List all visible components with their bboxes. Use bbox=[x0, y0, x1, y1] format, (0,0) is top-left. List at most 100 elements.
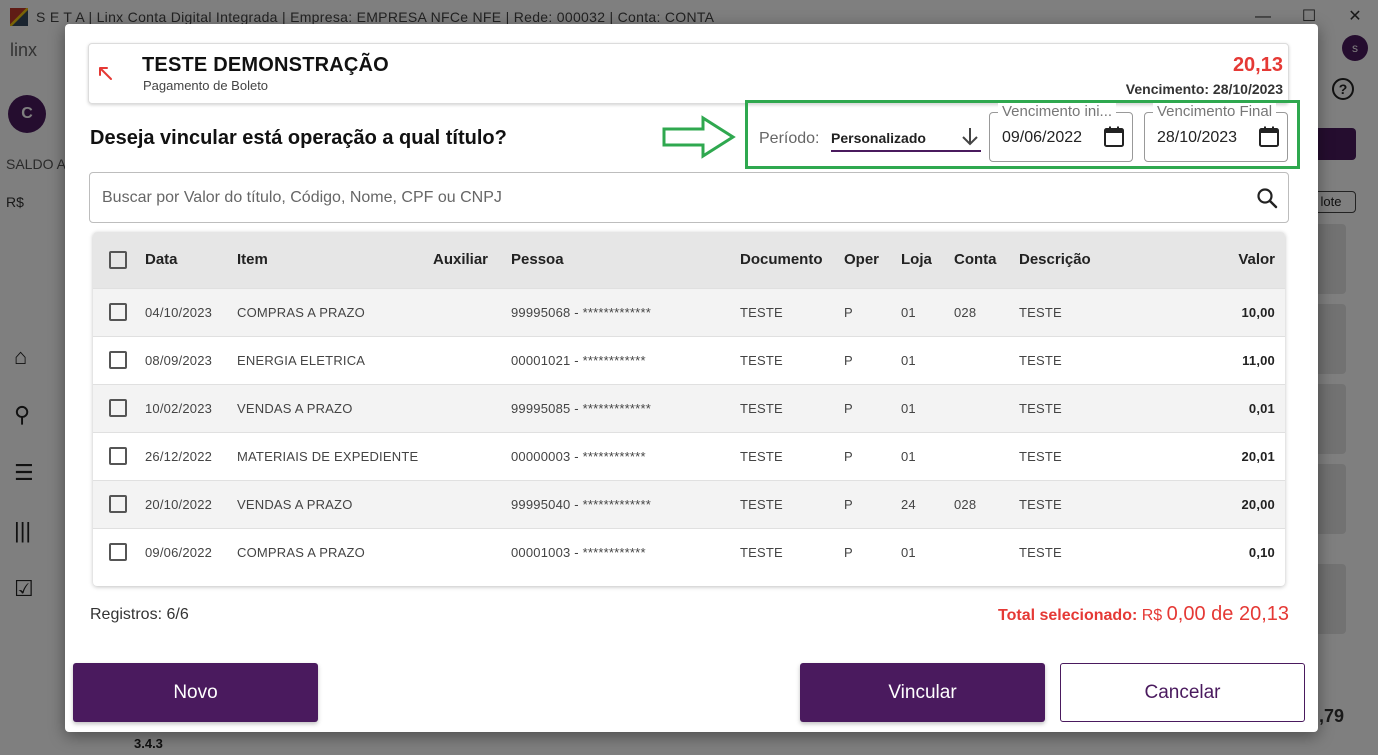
cell-oper: P bbox=[844, 544, 853, 560]
cell-valor: 10,00 bbox=[1241, 304, 1275, 320]
cell-loja: 24 bbox=[901, 496, 916, 512]
cell-conta bbox=[954, 432, 1019, 480]
cell-loja: 01 bbox=[901, 304, 916, 320]
col-conta[interactable]: Conta bbox=[954, 232, 1019, 288]
total-label: Total selecionado: bbox=[998, 607, 1138, 624]
cell-data: 10/02/2023 bbox=[145, 400, 213, 416]
total-currency: R$ bbox=[1141, 607, 1163, 624]
vincular-button[interactable]: Vincular bbox=[800, 663, 1045, 722]
cell-auxiliar bbox=[433, 336, 511, 384]
row-checkbox[interactable] bbox=[109, 399, 127, 417]
cell-item: ENERGIA ELETRICA bbox=[237, 352, 366, 368]
vencimento-final-field[interactable]: Vencimento Final 28/10/2023 bbox=[1144, 103, 1288, 162]
vencimento-final-value: 28/10/2023 bbox=[1157, 129, 1238, 146]
table-row[interactable]: 26/12/2022 MATERIAIS DE EXPEDIENTE 00000… bbox=[93, 432, 1285, 480]
novo-button[interactable]: Novo bbox=[73, 663, 318, 722]
operation-value: 20,13 bbox=[1232, 54, 1283, 76]
cell-descricao: TESTE bbox=[1019, 448, 1062, 464]
search-icon[interactable] bbox=[1256, 187, 1278, 209]
periodo-select[interactable]: Personalizado bbox=[831, 122, 981, 152]
col-auxiliar[interactable]: Auxiliar bbox=[433, 232, 511, 288]
cell-valor: 11,00 bbox=[1242, 352, 1275, 368]
total-value: 0,00 de 20,13 bbox=[1166, 603, 1289, 625]
cell-item: MATERIAIS DE EXPEDIENTE bbox=[237, 448, 419, 464]
col-valor[interactable]: Valor bbox=[1159, 232, 1285, 288]
arrow-down-icon bbox=[962, 128, 978, 146]
table-header-row: Data Item Auxiliar Pessoa Documento Oper… bbox=[93, 232, 1285, 288]
cell-documento: TESTE bbox=[740, 352, 783, 368]
cell-documento: TESTE bbox=[740, 400, 783, 416]
col-item[interactable]: Item bbox=[237, 232, 433, 288]
row-checkbox[interactable] bbox=[109, 303, 127, 321]
col-descricao[interactable]: Descrição bbox=[1019, 232, 1159, 288]
cell-conta bbox=[954, 528, 1019, 576]
cell-oper: P bbox=[844, 448, 853, 464]
total-selecionado: Total selecionado: R$ 0,00 de 20,13 bbox=[998, 603, 1289, 626]
cell-loja: 01 bbox=[901, 352, 916, 368]
cell-data: 09/06/2022 bbox=[145, 544, 213, 560]
col-data[interactable]: Data bbox=[145, 232, 237, 288]
annotation-arrow-icon bbox=[662, 115, 736, 159]
cell-pessoa: 99995040 - ************* bbox=[511, 496, 651, 512]
cancelar-button[interactable]: Cancelar bbox=[1060, 663, 1305, 722]
cell-documento: TESTE bbox=[740, 496, 783, 512]
row-checkbox[interactable] bbox=[109, 543, 127, 562]
vencimento-inicial-field[interactable]: Vencimento ini... 09/06/2022 bbox=[989, 103, 1133, 162]
cell-conta: 028 bbox=[954, 304, 977, 320]
col-documento[interactable]: Documento bbox=[740, 232, 844, 288]
vencimento-inicial-label: Vencimento ini... bbox=[998, 103, 1117, 120]
cell-pessoa: 99995068 - ************* bbox=[511, 304, 651, 320]
cell-data: 26/12/2022 bbox=[145, 448, 213, 464]
operation-subtitle: Pagamento de Boleto bbox=[143, 78, 269, 93]
cell-valor: 0,10 bbox=[1248, 544, 1275, 560]
outgoing-arrow-icon bbox=[99, 67, 112, 80]
search-box bbox=[89, 172, 1289, 223]
cell-pessoa: 00001003 - ************ bbox=[511, 544, 646, 560]
calendar-icon[interactable] bbox=[1257, 125, 1281, 149]
cell-valor: 0,01 bbox=[1248, 400, 1275, 416]
cell-pessoa: 99995085 - ************* bbox=[511, 400, 651, 416]
cell-oper: P bbox=[844, 400, 853, 416]
col-pessoa[interactable]: Pessoa bbox=[511, 232, 740, 288]
col-loja[interactable]: Loja bbox=[901, 232, 954, 288]
cell-loja: 01 bbox=[901, 448, 916, 464]
cell-pessoa: 00000003 - ************ bbox=[511, 448, 646, 464]
col-oper[interactable]: Oper bbox=[844, 232, 901, 288]
cell-descricao: TESTE bbox=[1019, 544, 1062, 560]
cell-auxiliar bbox=[433, 288, 511, 336]
cell-documento: TESTE bbox=[740, 304, 783, 320]
table-row[interactable]: 09/06/2022 COMPRAS A PRAZO 00001003 - **… bbox=[93, 528, 1285, 576]
operation-header-card: TESTE DEMONSTRAÇÃO Pagamento de Boleto 2… bbox=[88, 43, 1289, 104]
cell-loja: 01 bbox=[901, 544, 916, 560]
cell-auxiliar bbox=[433, 528, 511, 576]
table-row[interactable]: 08/09/2023 ENERGIA ELETRICA 00001021 - *… bbox=[93, 336, 1285, 384]
cell-conta: 028 bbox=[954, 496, 977, 512]
table-row[interactable]: 10/02/2023 VENDAS A PRAZO 99995085 - ***… bbox=[93, 384, 1285, 432]
cell-oper: P bbox=[844, 304, 853, 320]
cell-documento: TESTE bbox=[740, 544, 783, 560]
cell-item: VENDAS A PRAZO bbox=[237, 496, 353, 512]
cell-auxiliar bbox=[433, 432, 511, 480]
cell-oper: P bbox=[844, 352, 853, 368]
row-checkbox[interactable] bbox=[109, 495, 127, 513]
operation-due-date: Vencimento: 28/10/2023 bbox=[1125, 81, 1283, 97]
select-all-checkbox[interactable] bbox=[109, 250, 127, 269]
search-input[interactable] bbox=[91, 174, 1241, 221]
cell-item: COMPRAS A PRAZO bbox=[237, 304, 365, 320]
table-row[interactable]: 04/10/2023 COMPRAS A PRAZO 99995068 - **… bbox=[93, 288, 1285, 336]
cell-pessoa: 00001021 - ************ bbox=[511, 352, 646, 368]
cell-descricao: TESTE bbox=[1019, 352, 1062, 368]
vincular-titulo-dialog: TESTE DEMONSTRAÇÃO Pagamento de Boleto 2… bbox=[65, 24, 1318, 732]
calendar-icon[interactable] bbox=[1102, 125, 1126, 149]
registros-count: Registros: 6/6 bbox=[90, 606, 189, 623]
cell-descricao: TESTE bbox=[1019, 400, 1062, 416]
titulos-table: Data Item Auxiliar Pessoa Documento Oper… bbox=[93, 232, 1285, 586]
cell-data: 20/10/2022 bbox=[145, 496, 213, 512]
vencimento-final-label: Vencimento Final bbox=[1153, 103, 1277, 120]
cell-loja: 01 bbox=[901, 400, 916, 416]
table-row[interactable]: 20/10/2022 VENDAS A PRAZO 99995040 - ***… bbox=[93, 480, 1285, 528]
cell-data: 08/09/2023 bbox=[145, 352, 213, 368]
row-checkbox[interactable] bbox=[109, 447, 127, 465]
row-checkbox[interactable] bbox=[109, 351, 127, 369]
cell-item: VENDAS A PRAZO bbox=[237, 400, 353, 416]
